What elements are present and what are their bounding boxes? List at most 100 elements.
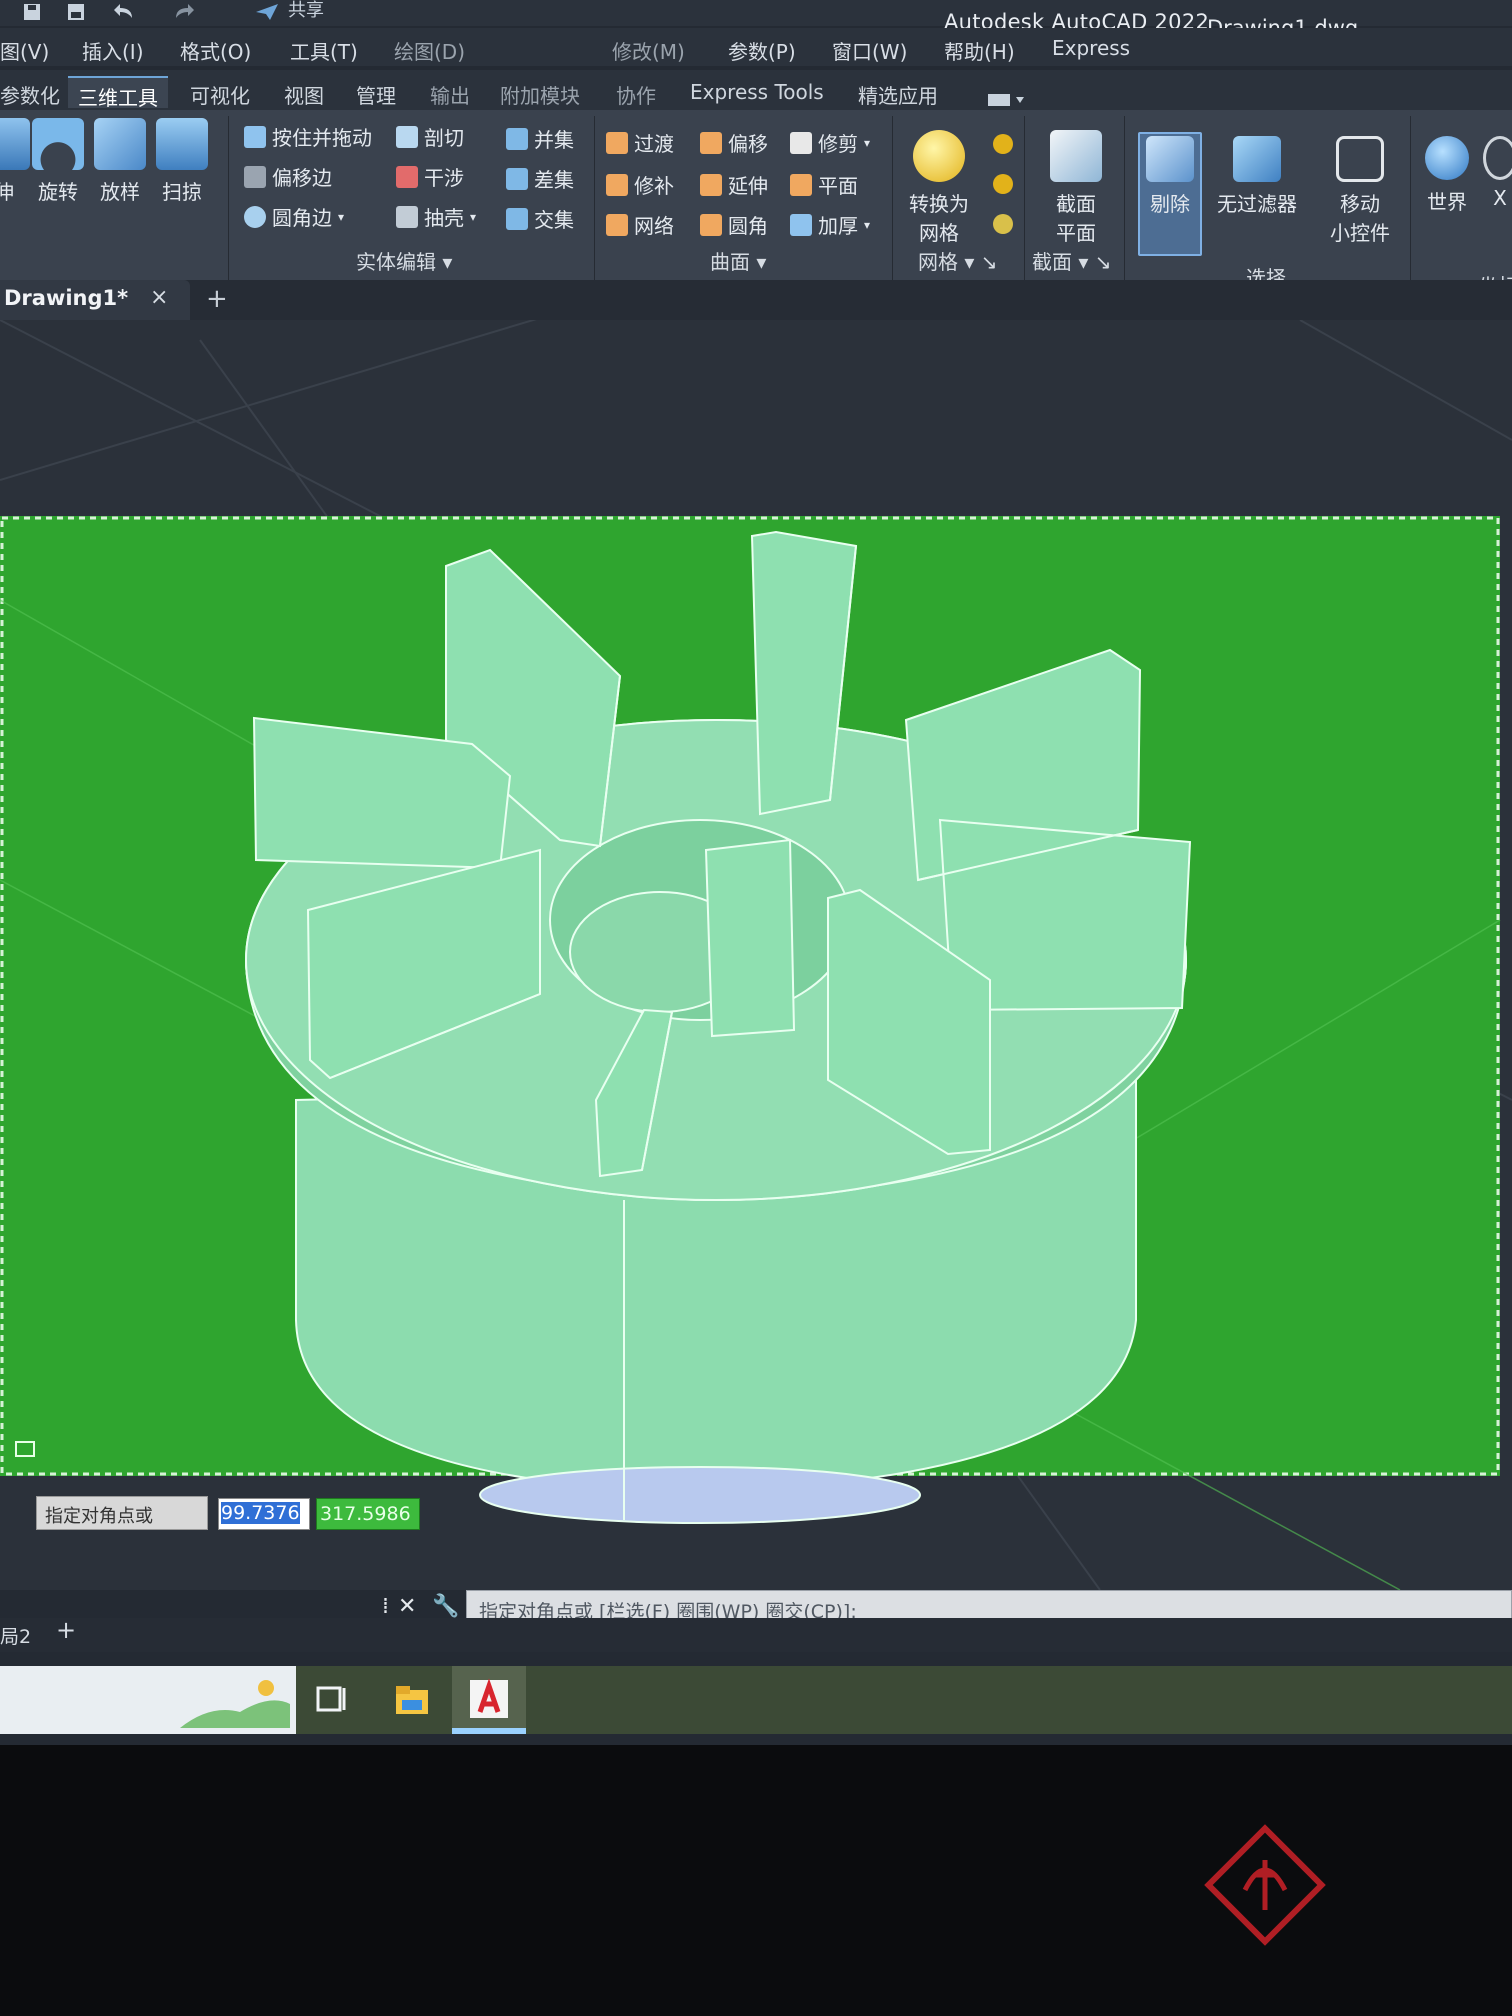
presspull-label: 按住并拖动	[272, 126, 372, 150]
panel-toggle-icon[interactable]	[986, 92, 1026, 108]
undo-icon[interactable]	[110, 2, 136, 22]
tab-featured-apps[interactable]: 精选应用	[848, 76, 948, 108]
gizmo-label-2: 小控件	[1330, 221, 1390, 245]
dynamic-input-y[interactable]: 317.5986	[316, 1498, 420, 1530]
intersect-button[interactable]: 交集	[506, 204, 574, 233]
layout-tab-2[interactable]: 局2	[0, 1622, 31, 1649]
dropdown-arrow-icon[interactable]: ▾	[338, 210, 344, 224]
surface-network-button[interactable]: 网络	[606, 210, 674, 239]
task-view-icon[interactable]	[312, 1680, 352, 1720]
surface-planar-button[interactable]: 平面	[790, 170, 858, 199]
autocad-taskbar-button[interactable]	[452, 1666, 526, 1734]
blend-label: 过渡	[634, 132, 674, 156]
command-grip-icon[interactable]: ⁞	[382, 1594, 389, 1619]
tab-output[interactable]: 输出	[420, 76, 480, 108]
save-as-icon[interactable]	[64, 2, 90, 22]
cube-wireframe-icon	[1146, 136, 1194, 182]
folder-icon[interactable]	[392, 1680, 432, 1720]
interfere-button[interactable]: 干涉	[396, 162, 464, 191]
offset-icon	[700, 131, 722, 154]
menu-draw[interactable]: 绘图(D)	[394, 36, 465, 65]
menu-modify[interactable]: 修改(M)	[612, 36, 685, 65]
tab-collaborate[interactable]: 协作	[606, 76, 666, 108]
taskbar-search-box[interactable]	[0, 1666, 296, 1734]
surface-thicken-button[interactable]: 加厚 ▾	[790, 210, 870, 239]
menu-help[interactable]: 帮助(H)	[944, 36, 1015, 65]
shell-button[interactable]: 抽壳 ▾	[396, 202, 476, 231]
panel-title-surface[interactable]: 曲面 ▾	[710, 246, 766, 275]
tab-visualize[interactable]: 可视化	[180, 76, 260, 108]
monitor-bezel	[0, 1745, 1512, 2016]
wrench-icon[interactable]: 🔧	[432, 1594, 459, 1619]
surface-blend-button[interactable]: 过渡	[606, 128, 674, 157]
panel-title-section[interactable]: 截面 ▾ ↘	[1032, 246, 1112, 275]
sweep-label: 扫掠	[162, 180, 202, 204]
tab-3d-tools[interactable]: 三维工具	[68, 76, 168, 110]
offset-edge-button[interactable]: 偏移边	[244, 162, 332, 191]
menu-format[interactable]: 格式(O)	[180, 36, 251, 65]
surface-offset-button[interactable]: 偏移	[700, 128, 768, 157]
panel-title-solid-edit[interactable]: 实体编辑 ▾	[356, 246, 452, 275]
menu-parametric[interactable]: 参数(P)	[728, 36, 796, 65]
union-button[interactable]: 并集	[506, 124, 574, 153]
sweep-button[interactable]: 扫掠	[154, 118, 210, 205]
tab-view[interactable]: 视图	[274, 76, 334, 108]
menu-tools[interactable]: 工具(T)	[290, 36, 358, 65]
planar-label: 平面	[818, 174, 858, 198]
subtract-label: 差集	[534, 168, 574, 192]
file-tab-drawing1[interactable]: Drawing1* ×	[0, 280, 190, 320]
tab-manage[interactable]: 管理	[346, 76, 406, 108]
move-gizmo-button[interactable]: 移动 小控件	[1318, 136, 1402, 246]
redo-icon[interactable]	[172, 2, 198, 22]
tab-parametric[interactable]: 参数化	[0, 76, 70, 108]
panel-title-mesh[interactable]: 网格 ▾ ↘	[918, 246, 998, 275]
blend-icon	[606, 131, 628, 154]
mesh-small-tools-icon[interactable]	[988, 132, 1018, 250]
surface-trim-button[interactable]: 修剪 ▾	[790, 128, 870, 157]
subtract-button[interactable]: 差集	[506, 164, 574, 193]
add-icon[interactable]: +	[56, 1616, 76, 1644]
dynamic-y-value: 317.5986	[320, 1503, 411, 1525]
surface-extend-button[interactable]: 延伸	[700, 170, 768, 199]
share-icon[interactable]	[254, 2, 280, 22]
culling-button-content[interactable]: 剔除	[1138, 136, 1202, 217]
surface-fillet-button[interactable]: 圆角	[700, 210, 768, 239]
dropdown-arrow-icon[interactable]: ▾	[864, 136, 870, 150]
dropdown-arrow-icon[interactable]: ▾	[470, 210, 476, 224]
world-ucs-button[interactable]: 世界	[1418, 136, 1476, 215]
revolve-button[interactable]: 旋转	[30, 118, 86, 205]
dropdown-arrow-icon[interactable]: ▾	[864, 218, 870, 232]
close-icon[interactable]: ✕	[398, 1594, 416, 1619]
menu-insert[interactable]: 插入(I)	[82, 36, 144, 65]
menu-window[interactable]: 窗口(W)	[832, 36, 907, 65]
convert-to-mesh-button[interactable]: 转换为 网格	[900, 130, 978, 246]
share-label[interactable]: 共享	[288, 0, 324, 22]
slice-button[interactable]: 剖切	[396, 122, 464, 151]
file-tab-bar: Drawing1* × +	[0, 280, 1512, 320]
drawing-viewport[interactable]	[0, 320, 1512, 1590]
fillet-edge-button[interactable]: 圆角边 ▾	[244, 202, 344, 231]
fillet-edge-icon	[244, 205, 266, 228]
x-ucs-button[interactable]: X	[1480, 136, 1512, 210]
thicken-label: 加厚	[818, 214, 858, 238]
dynamic-input-x[interactable]: 99.7376	[218, 1498, 310, 1530]
tab-express-tools[interactable]: Express Tools	[680, 76, 834, 108]
ribbon-separator	[1410, 116, 1411, 284]
ribbon-separator	[594, 116, 595, 284]
no-filter-button[interactable]: 无过滤器	[1214, 136, 1300, 217]
save-icon[interactable]	[20, 2, 46, 22]
surface-patch-button[interactable]: 修补	[606, 170, 674, 199]
sweep-icon	[156, 118, 208, 170]
extend-label: 延伸	[728, 174, 768, 198]
close-icon[interactable]: ×	[150, 285, 168, 310]
section-plane-button[interactable]: 截面 平面	[1036, 130, 1116, 246]
section-title: 截面	[1032, 250, 1072, 274]
extrude-button[interactable]: 伸	[0, 118, 32, 205]
add-icon[interactable]: +	[206, 284, 228, 314]
tab-addins[interactable]: 附加模块	[490, 76, 590, 108]
menu-express[interactable]: Express	[1052, 36, 1130, 60]
loft-button[interactable]: 放样	[92, 118, 148, 205]
menu-view[interactable]: 图(V)	[0, 36, 49, 65]
network-label: 网络	[634, 214, 674, 238]
presspull-button[interactable]: 按住并拖动	[244, 122, 372, 151]
